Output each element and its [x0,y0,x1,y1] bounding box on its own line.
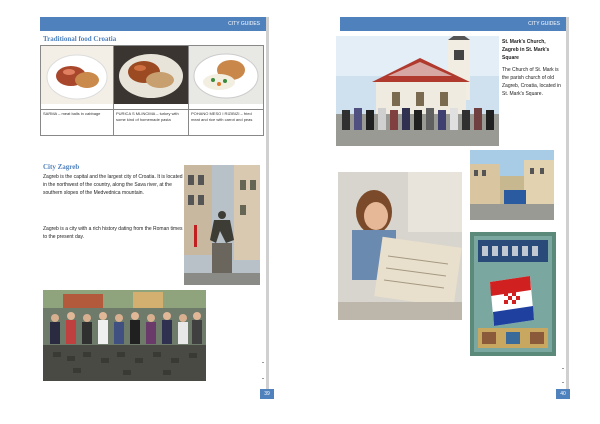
zagreb-paragraph-1: Zagreb is the capital and the largest ci… [43,174,183,196]
left-margin-mark-2 [262,378,264,379]
right-page-edge [566,17,569,397]
sarma-photo [41,46,113,104]
left-header-bar: CITY GUIDES [40,17,266,31]
right-header-bar: CITY GUIDES [340,17,566,31]
left-page: CITY GUIDES Traditional food Croatia SAR… [0,0,300,424]
right-page: CITY GUIDES St. Mark's Church, Zagreb in… [300,0,600,424]
right-margin-mark-1 [562,368,564,369]
left-margin-mark-1 [262,362,264,363]
right-header-text: CITY GUIDES [528,21,560,27]
zagreb-section-title: City Zagreb [43,163,80,171]
statue-photo [184,165,260,285]
left-page-number: 39 [260,389,274,399]
girl-painting-photo [338,172,462,320]
group-model-photo [43,290,206,381]
church-title: St. Mark's Church, Zagreb in St. Mark's … [502,39,550,61]
zagreb-tram-square-photo [470,150,554,220]
st-marks-church-photo [336,36,499,146]
food-table: SARMA – meat balls in cabbage PURICA S M… [40,45,264,136]
right-margin-mark-2 [562,382,564,383]
left-page-edge [266,17,269,397]
church-text: The Church of St. Mark is the parish chu… [502,67,561,97]
purica-photo [114,46,188,104]
left-header-text: CITY GUIDES [228,21,260,27]
food-section-title: Traditional food Croatia [43,35,117,43]
right-page-number: 40 [556,389,570,399]
pohano-photo [189,46,263,104]
purica-caption: PURICA S MLINCIMA – turkey with some kin… [116,111,179,122]
croatian-mosaic-photo [470,232,556,356]
zagreb-paragraph-2: Zagreb is a city with a rich history dat… [43,226,183,240]
pohano-caption: POHANO MESO I RIZIBIZI – fried meat and … [191,111,253,122]
sarma-caption: SARMA – meat balls in cabbage [43,111,101,116]
